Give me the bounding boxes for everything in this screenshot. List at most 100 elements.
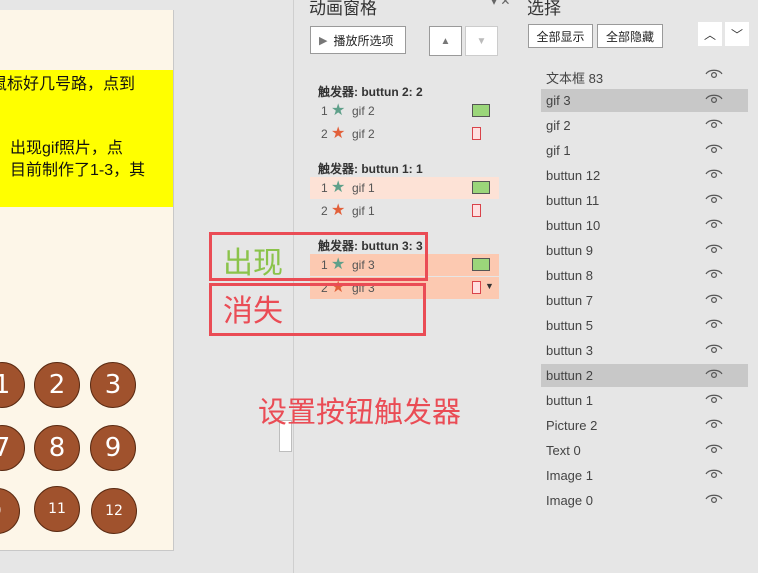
play-icon: ▶ (319, 34, 328, 47)
selection-item-label: buttun 5 (546, 318, 593, 333)
play-selected-button[interactable]: ▶ 播放所选项 (310, 26, 406, 54)
selection-pane: 选择 全部显示 全部隐藏 ︿ ﹀ 文本框 83 gif 3 gif 2 gif 1 bu… (515, 0, 758, 573)
selection-item[interactable]: Image 0 (541, 489, 748, 512)
selection-item-label: buttun 11 (546, 193, 600, 208)
number-button[interactable]: 1 (0, 362, 25, 408)
eye-icon[interactable] (705, 66, 723, 85)
selection-item[interactable]: buttun 1 (541, 389, 748, 412)
eye-icon[interactable] (705, 316, 723, 335)
move-up-button[interactable]: ▲ (429, 26, 462, 56)
triangle-up-icon: ▲ (440, 35, 451, 47)
selection-item[interactable]: gif 2 (541, 114, 748, 137)
hide-all-button[interactable]: 全部隐藏 (597, 24, 663, 48)
selection-item[interactable]: buttun 3 (541, 339, 748, 362)
animation-item[interactable]: 1 ★ gif 1 (310, 177, 499, 199)
slide-text-line-1: 鼠标好几号路，点到 (0, 76, 136, 93)
item-label: gif 2 (352, 127, 375, 141)
item-number: 1 (321, 181, 328, 195)
selection-item[interactable]: buttun 5 (541, 314, 748, 337)
selection-item[interactable]: buttun 2 (541, 364, 748, 387)
move-down-button[interactable]: ▼ (465, 26, 498, 56)
item-number: 2 (321, 127, 328, 141)
eye-icon[interactable] (705, 241, 723, 260)
eye-icon[interactable] (705, 391, 723, 410)
number-button[interactable]: 7 (0, 425, 25, 471)
selection-item-label: buttun 3 (546, 343, 593, 358)
selection-item[interactable]: gif 3 (541, 89, 748, 112)
play-selected-label: 播放所选项 (333, 33, 394, 48)
eye-icon[interactable] (705, 191, 723, 210)
selection-item-label: Image 0 (546, 493, 593, 508)
selection-item[interactable]: Text 0 (541, 439, 748, 462)
item-label: gif 1 (352, 204, 375, 218)
exit-star-icon: ★ (331, 202, 346, 219)
eye-icon[interactable] (705, 116, 723, 135)
selection-pane-title: 选择 (527, 0, 561, 18)
selection-item-label: buttun 10 (546, 218, 601, 233)
eye-icon[interactable] (705, 291, 723, 310)
timing-bar (472, 104, 490, 117)
selection-item-label: buttun 2 (546, 368, 593, 383)
bring-forward-button[interactable]: ︿ (698, 22, 722, 46)
entrance-star-icon: ★ (331, 102, 346, 119)
selection-item[interactable]: buttun 11 (541, 189, 748, 212)
animation-item[interactable]: 2 ★ gif 2 (310, 123, 499, 145)
eye-icon[interactable] (705, 466, 723, 485)
eye-icon[interactable] (705, 266, 723, 285)
selection-item-label: buttun 1 (546, 393, 593, 408)
number-button[interactable]: 11 (34, 486, 80, 532)
timing-bar (472, 181, 490, 194)
eye-icon[interactable] (705, 366, 723, 385)
selection-item-label: buttun 9 (546, 243, 593, 258)
timing-bar (472, 204, 481, 217)
selection-item-label: gif 3 (546, 93, 571, 108)
timing-bar (472, 258, 490, 271)
selection-item-label: 文本框 83 (546, 71, 604, 86)
eye-icon[interactable] (705, 416, 723, 435)
animation-pane-title: 动画窗格 (309, 0, 377, 18)
selection-item[interactable]: gif 1 (541, 139, 748, 162)
selection-item[interactable]: buttun 8 (541, 264, 748, 287)
slide-text-line-3: 。目前制作了1-3，其 (0, 162, 146, 179)
send-backward-button[interactable]: ﹀ (725, 22, 749, 46)
appear-label: 出现 (223, 246, 283, 281)
eye-icon[interactable] (705, 216, 723, 235)
eye-icon[interactable] (705, 341, 723, 360)
selection-item[interactable]: buttun 7 (541, 289, 748, 312)
number-button[interactable]: 9 (90, 425, 136, 471)
dropdown-arrow-icon[interactable]: ▼ (485, 281, 494, 291)
eye-icon[interactable] (705, 166, 723, 185)
trigger-header[interactable]: 触发器: buttun 1: 1 (318, 160, 423, 177)
show-all-button[interactable]: 全部显示 (528, 24, 593, 48)
timing-bar (472, 127, 481, 140)
slide[interactable]: 鼠标好几号路，点到 ，出现gif照片，点 。目前制作了1-3，其 1 2 3 7… (0, 10, 174, 551)
selection-item-label: buttun 8 (546, 268, 593, 283)
number-button[interactable]: 3 (90, 362, 136, 408)
entrance-star-icon: ★ (331, 179, 346, 196)
animation-item[interactable]: 1 ★ gif 2 (310, 100, 499, 122)
eye-icon[interactable] (705, 91, 723, 110)
selection-item[interactable]: buttun 9 (541, 239, 748, 262)
animation-item[interactable]: 2 ★ gif 1 (310, 200, 499, 222)
trigger-header[interactable]: 触发器: buttun 2: 2 (318, 83, 423, 100)
timing-bar (472, 281, 481, 294)
eye-icon[interactable] (705, 491, 723, 510)
selection-item-label: gif 1 (546, 143, 571, 158)
pane-menu-icon[interactable]: ▾ ✕ (491, 0, 510, 8)
number-button[interactable]: 8 (34, 425, 80, 471)
selection-item[interactable]: 文本框 83 (541, 64, 748, 87)
eye-icon[interactable] (705, 441, 723, 460)
selection-item[interactable]: buttun 10 (541, 214, 748, 237)
selection-item[interactable]: Picture 2 (541, 414, 748, 437)
number-button[interactable]: 12 (91, 488, 137, 534)
chevron-down-icon: ﹀ (730, 27, 743, 42)
number-button[interactable]: 2 (34, 362, 80, 408)
number-button[interactable]: 0 (0, 488, 20, 534)
selection-item-label: Image 1 (546, 468, 593, 483)
slide-text-box[interactable]: 鼠标好几号路，点到 ，出现gif照片，点 。目前制作了1-3，其 (0, 70, 173, 207)
eye-icon[interactable] (705, 141, 723, 160)
selection-item[interactable]: Image 1 (541, 464, 748, 487)
selection-item-label: buttun 7 (546, 293, 593, 308)
selection-item[interactable]: buttun 12 (541, 164, 748, 187)
slide-text-line-2: ，出现gif照片，点 (0, 140, 123, 157)
